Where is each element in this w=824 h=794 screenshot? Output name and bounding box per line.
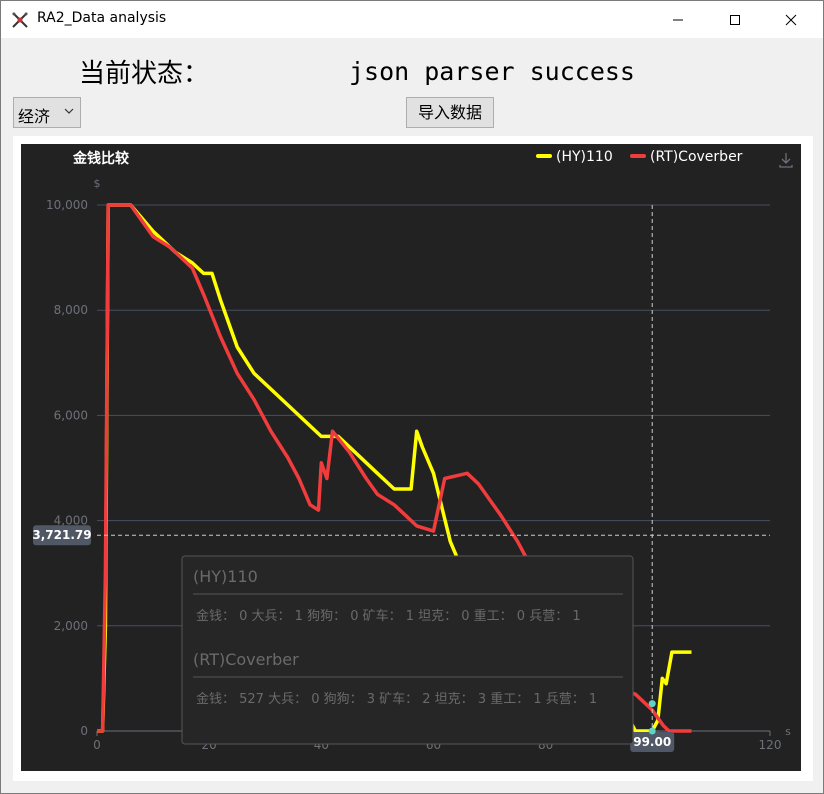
- app-window: RA2_Data analysis 当前状态： json parser succ…: [0, 0, 824, 794]
- chart-container: 02,0004,0006,0008,00010,000$020406080100…: [13, 136, 813, 781]
- legend-swatch[interactable]: [536, 154, 552, 158]
- y-tick-label: 6,000: [54, 408, 88, 422]
- money-comparison-chart[interactable]: 02,0004,0006,0008,00010,000$020406080100…: [13, 136, 813, 781]
- minimize-icon: [673, 19, 683, 20]
- chevron-down-icon: [64, 108, 74, 114]
- y-axis-unit: $: [94, 177, 101, 190]
- x-axis-unit: s: [785, 725, 791, 738]
- title-bar[interactable]: RA2_Data analysis: [1, 1, 823, 38]
- status-label: 当前状态：: [79, 59, 210, 89]
- legend-label[interactable]: (RT)Coverber: [650, 149, 743, 165]
- mode-select[interactable]: 经济: [13, 97, 81, 128]
- window-title: RA2_Data analysis: [37, 10, 167, 26]
- axis-pointer-x-label: 99.00: [633, 735, 671, 749]
- tooltip-series-name: (RT)Coverber: [193, 650, 299, 669]
- status-value: json parser success: [349, 57, 635, 86]
- close-button[interactable]: [768, 1, 814, 38]
- y-tick-label: 10,000: [46, 198, 88, 212]
- ra2-logo-icon: [12, 12, 28, 28]
- x-tick-label: 0: [93, 738, 101, 752]
- maximize-icon: [730, 14, 740, 25]
- tooltip-detail: 金钱： 0 大兵： 1 狗狗： 0 矿车： 1 坦克： 0 重工： 0 兵营： …: [196, 608, 581, 624]
- chart-title: 金钱比较: [72, 150, 129, 167]
- close-icon: [785, 14, 797, 25]
- tooltip-series-name: (HY)110: [193, 567, 258, 586]
- x-tick-label: 120: [759, 738, 782, 752]
- axis-pointer-y-label: 3,721.79: [32, 528, 91, 542]
- series-marker: [648, 727, 656, 735]
- y-tick-label: 8,000: [54, 303, 88, 317]
- import-data-button[interactable]: 导入数据: [406, 97, 494, 128]
- tooltip-detail: 金钱： 527 大兵： 0 狗狗： 3 矿车： 2 坦克： 3 重工： 1 兵营…: [196, 691, 597, 707]
- y-tick-label: 0: [80, 724, 88, 738]
- minimize-button[interactable]: [655, 1, 701, 38]
- y-tick-label: 2,000: [54, 619, 88, 633]
- legend-label[interactable]: (HY)110: [556, 149, 613, 165]
- series-marker: [648, 700, 656, 708]
- mode-select-value: 经济: [18, 107, 51, 126]
- maximize-button[interactable]: [712, 1, 758, 38]
- legend-swatch[interactable]: [630, 154, 646, 158]
